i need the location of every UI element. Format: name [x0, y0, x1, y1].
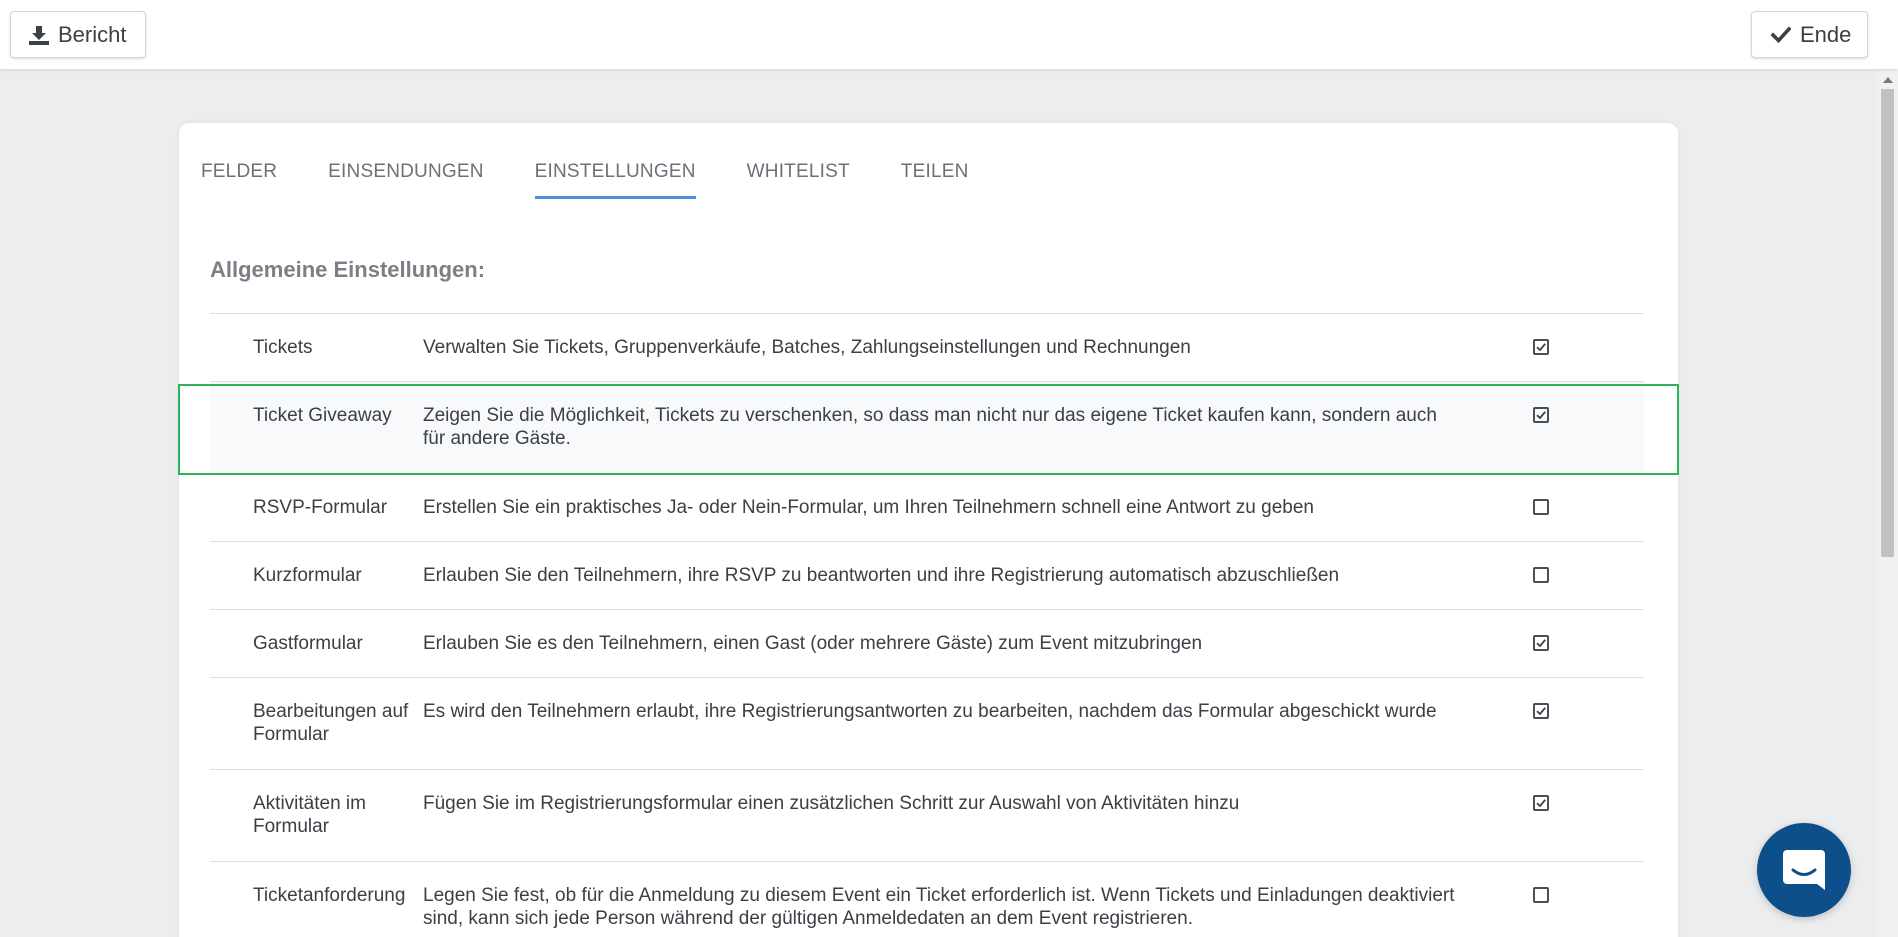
tab-submissions[interactable]: EINSENDUNGEN — [328, 161, 483, 199]
chat-icon — [1783, 850, 1825, 890]
checkbox-check-icon — [1536, 707, 1546, 716]
setting-checkbox-guest-form[interactable] — [1533, 635, 1549, 651]
setting-row-short-form: Kurzformular Erlauben Sie den Teilnehmer… — [210, 541, 1644, 609]
tab-share[interactable]: TEILEN — [901, 161, 969, 199]
setting-checkbox-short-form[interactable] — [1533, 567, 1549, 583]
settings-table: Tickets Verwalten Sie Tickets, Gruppenve… — [210, 313, 1644, 937]
setting-name: Gastformular — [253, 633, 363, 654]
tab-settings[interactable]: EINSTELLUNGEN — [534, 161, 696, 199]
setting-row-tickets: Tickets Verwalten Sie Tickets, Gruppenve… — [210, 313, 1644, 381]
scroll-thumb[interactable] — [1881, 89, 1894, 557]
setting-description: Verwalten Sie Tickets, Gruppenverkäufe, … — [423, 337, 1191, 358]
setting-name: Ticketanforderung — [253, 885, 406, 906]
setting-description: Legen Sie fest, ob für die Anmeldung zu … — [423, 885, 1455, 929]
end-button[interactable]: Ende — [1751, 11, 1868, 58]
setting-name: Aktivitäten im Formular — [253, 793, 366, 837]
tab-whitelist[interactable]: WHITELIST — [747, 161, 850, 199]
report-button[interactable]: Bericht — [10, 11, 146, 58]
checkmark-icon — [1771, 25, 1791, 43]
checkbox-check-icon — [1536, 799, 1546, 808]
checkbox-check-icon — [1536, 411, 1546, 420]
setting-description: Erstellen Sie ein praktisches Ja- oder N… — [423, 497, 1314, 518]
setting-name: RSVP-Formular — [253, 497, 388, 518]
setting-description: Erlauben Sie den Teilnehmern, ihre RSVP … — [423, 565, 1340, 586]
setting-name: Kurzformular — [253, 565, 362, 586]
checkbox-check-icon — [1536, 343, 1546, 352]
setting-checkbox-rsvp-form[interactable] — [1533, 499, 1549, 515]
tab-bar: FELDER EINSENDUNGEN EINSTELLUNGEN WHITEL… — [201, 161, 1020, 201]
setting-name: Bearbeitungen auf Formular — [253, 701, 409, 745]
setting-name: Tickets — [253, 337, 313, 358]
setting-description: Fügen Sie im Registrierungsformular eine… — [423, 793, 1240, 814]
setting-description: Es wird den Teilnehmern erlaubt, ihre Re… — [423, 701, 1437, 722]
setting-row-rsvp-form: RSVP-Formular Erstellen Sie ein praktisc… — [210, 473, 1644, 541]
settings-card: FELDER EINSENDUNGEN EINSTELLUNGEN WHITEL… — [179, 123, 1678, 937]
setting-row-activities: Aktivitäten im Formular Fügen Sie im Reg… — [210, 769, 1644, 861]
top-toolbar: Bericht Ende — [0, 0, 1898, 69]
tab-fields[interactable]: FELDER — [201, 161, 277, 199]
setting-row-guest-form: Gastformular Erlauben Sie es den Teilneh… — [210, 609, 1644, 677]
setting-checkbox-ticket-giveaway[interactable] — [1533, 407, 1549, 423]
setting-row-ticket-giveaway: Ticket Giveaway Zeigen Sie die Möglichke… — [210, 381, 1644, 473]
setting-checkbox-ticket-requirement[interactable] — [1533, 887, 1549, 903]
end-button-label: Ende — [1800, 21, 1852, 47]
setting-checkbox-form-edits[interactable] — [1533, 703, 1549, 719]
section-title: Allgemeine Einstellungen: — [210, 257, 486, 282]
setting-description: Erlauben Sie es den Teilnehmern, einen G… — [423, 633, 1203, 654]
checkbox-check-icon — [1536, 639, 1546, 648]
setting-description: Zeigen Sie die Möglichkeit, Tickets zu v… — [423, 405, 1437, 449]
scroll-up-arrow[interactable] — [1883, 77, 1893, 83]
setting-checkbox-activities[interactable] — [1533, 795, 1549, 811]
setting-checkbox-tickets[interactable] — [1533, 339, 1549, 355]
setting-row-form-edits: Bearbeitungen auf Formular Es wird den T… — [210, 677, 1644, 769]
report-button-label: Bericht — [58, 21, 127, 47]
setting-name: Ticket Giveaway — [253, 405, 392, 426]
download-icon — [29, 25, 49, 45]
chat-launcher-button[interactable] — [1757, 823, 1851, 917]
setting-row-ticket-requirement: Ticketanforderung Legen Sie fest, ob für… — [210, 861, 1644, 937]
scrollbar[interactable] — [1877, 69, 1898, 937]
